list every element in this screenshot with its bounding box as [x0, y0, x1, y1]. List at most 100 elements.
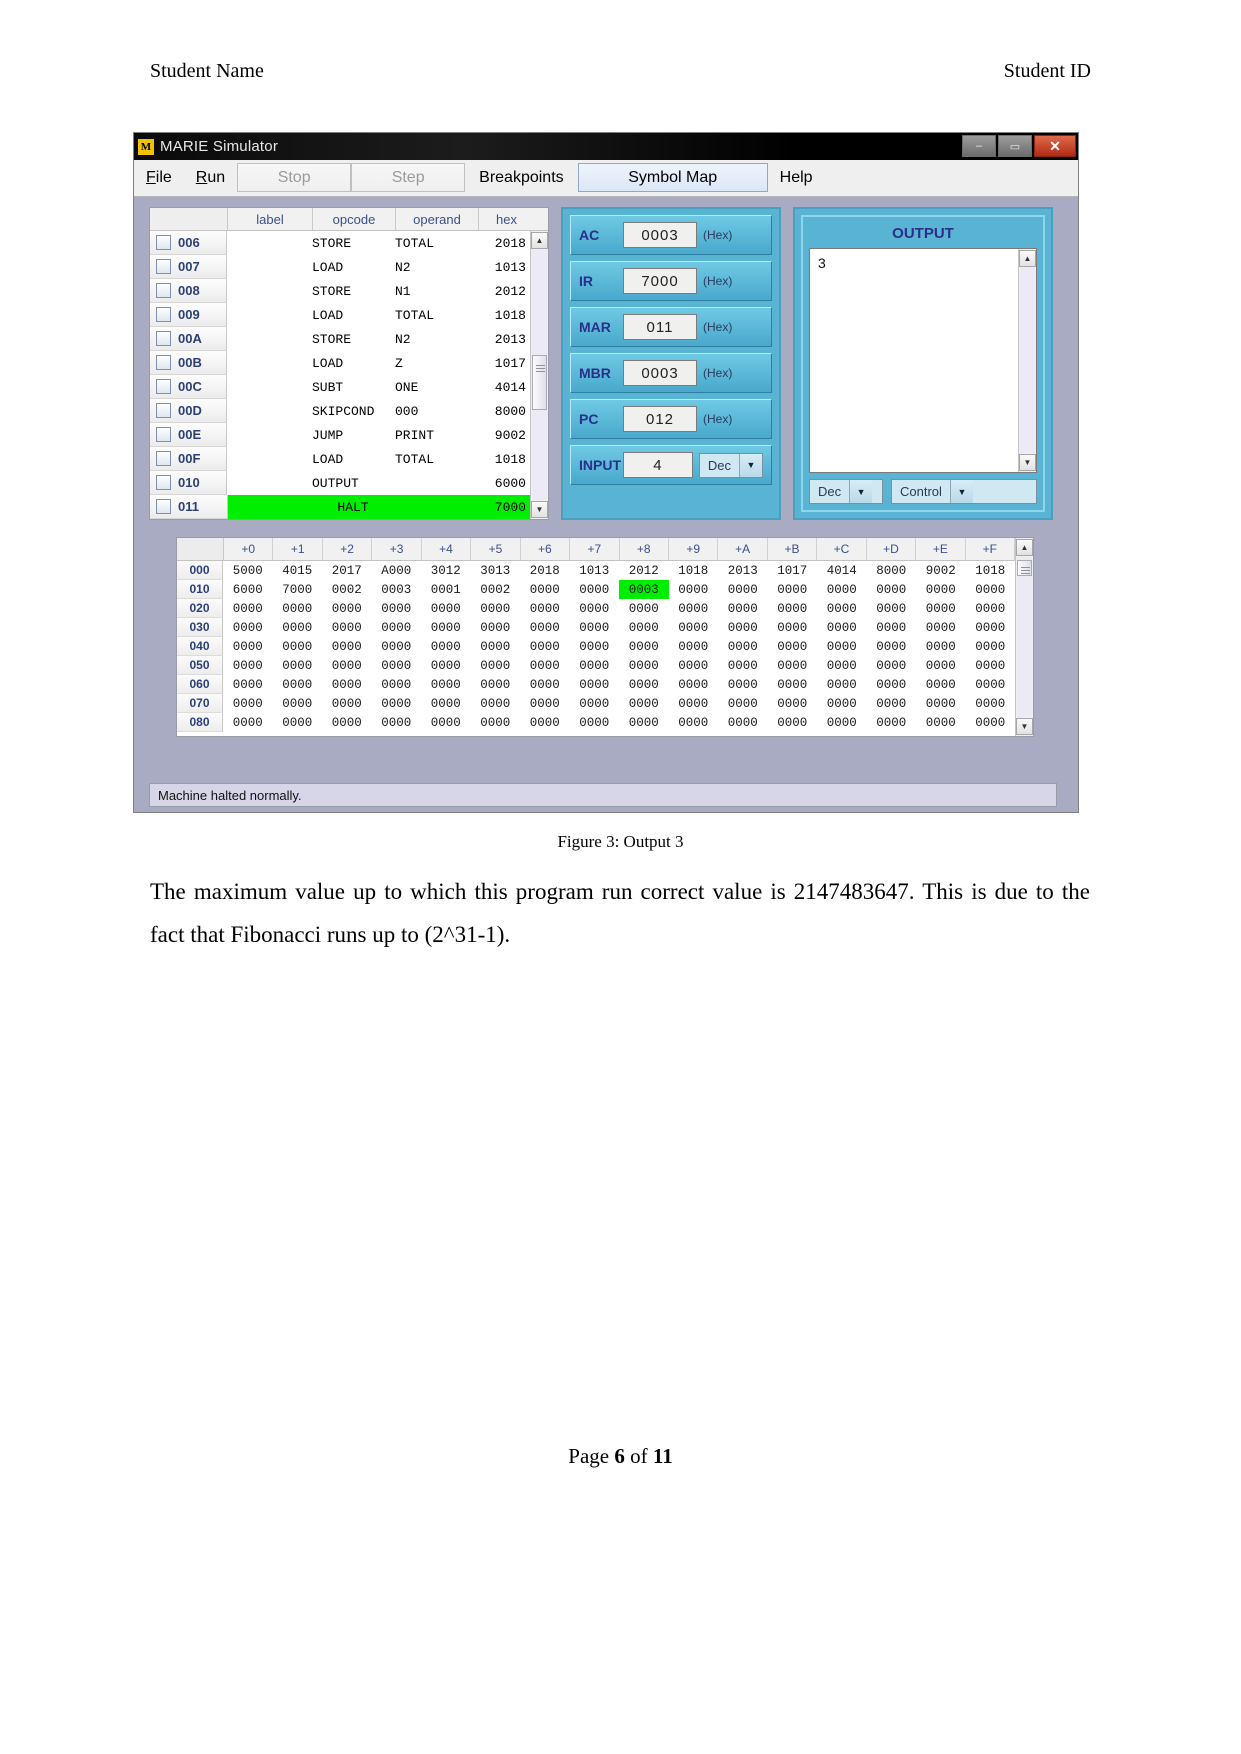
- memory-cell[interactable]: 0000: [322, 599, 372, 618]
- memory-cell[interactable]: 0000: [421, 694, 471, 713]
- register-value[interactable]: 7000: [623, 268, 697, 294]
- output-scroll-down-icon[interactable]: ▼: [1019, 454, 1036, 471]
- minimize-icon[interactable]: –: [962, 135, 996, 157]
- chevron-down-icon[interactable]: ▼: [849, 480, 873, 503]
- memory-cell[interactable]: 0000: [867, 694, 917, 713]
- memory-cell[interactable]: 0000: [273, 599, 323, 618]
- memory-cell[interactable]: 0000: [471, 713, 521, 732]
- code-row-breakpoint[interactable]: 009: [150, 303, 227, 327]
- memory-cell[interactable]: 0000: [619, 618, 669, 637]
- memory-cell[interactable]: 0000: [223, 713, 273, 732]
- menu-run[interactable]: Run: [184, 160, 237, 196]
- memory-cell[interactable]: 0000: [718, 694, 768, 713]
- memory-cell[interactable]: 0000: [916, 580, 966, 599]
- memory-cell[interactable]: 0000: [916, 599, 966, 618]
- memory-cell[interactable]: 0003: [372, 580, 422, 599]
- code-row-breakpoint[interactable]: 00B: [150, 351, 227, 375]
- memory-cell[interactable]: 0000: [619, 599, 669, 618]
- breakpoint-checkbox[interactable]: [156, 283, 171, 298]
- code-row-breakpoint[interactable]: 011: [150, 495, 228, 519]
- breakpoint-checkbox[interactable]: [156, 331, 171, 346]
- maximize-icon[interactable]: ▭: [998, 135, 1032, 157]
- register-value[interactable]: 011: [623, 314, 697, 340]
- memory-cell[interactable]: 0000: [916, 694, 966, 713]
- scroll-up-icon[interactable]: ▲: [531, 232, 548, 249]
- chevron-down-icon[interactable]: ▼: [739, 453, 762, 477]
- code-row[interactable]: 00B LOAD Z 1017: [150, 351, 530, 375]
- memory-scroll-thumb[interactable]: [1017, 560, 1032, 577]
- scroll-down-icon[interactable]: ▼: [531, 501, 548, 518]
- memory-cell[interactable]: 0000: [867, 675, 917, 694]
- memory-cell[interactable]: 0000: [966, 713, 1016, 732]
- code-row[interactable]: 009 LOAD TOTAL 1018: [150, 303, 530, 327]
- memory-cell[interactable]: 0000: [768, 618, 818, 637]
- memory-cell[interactable]: 0000: [471, 656, 521, 675]
- memory-cell[interactable]: 0000: [223, 637, 273, 656]
- memory-cell[interactable]: 0000: [966, 694, 1016, 713]
- memory-cell[interactable]: 0000: [520, 580, 570, 599]
- memory-cell[interactable]: 3013: [471, 561, 521, 580]
- memory-cell[interactable]: 0000: [223, 599, 273, 618]
- output-scrollbar[interactable]: ▲ ▼: [1018, 249, 1036, 472]
- memory-cell[interactable]: 0000: [570, 656, 620, 675]
- memory-cell[interactable]: 0000: [273, 618, 323, 637]
- memory-cell[interactable]: 0000: [372, 675, 422, 694]
- code-row[interactable]: 00D SKIPCOND 000 8000: [150, 399, 530, 423]
- memory-cell[interactable]: 8000: [867, 561, 917, 580]
- memory-cell[interactable]: 0000: [718, 618, 768, 637]
- memory-cell[interactable]: 0000: [867, 656, 917, 675]
- code-row[interactable]: 010 OUTPUT 6000: [150, 471, 530, 495]
- memory-cell[interactable]: 0000: [768, 637, 818, 656]
- memory-cell[interactable]: 0000: [867, 580, 917, 599]
- output-format-dropdown[interactable]: Dec ▼: [809, 479, 883, 504]
- memory-cell[interactable]: 0000: [619, 637, 669, 656]
- code-row[interactable]: 00E JUMP PRINT 9002: [150, 423, 530, 447]
- memory-cell[interactable]: 0000: [322, 713, 372, 732]
- code-row-breakpoint[interactable]: 00F: [150, 447, 227, 471]
- memory-cell[interactable]: 0000: [471, 637, 521, 656]
- menu-file[interactable]: File: [134, 160, 184, 196]
- memory-cell[interactable]: 0000: [520, 637, 570, 656]
- memory-cell[interactable]: 0000: [768, 713, 818, 732]
- memory-cell[interactable]: 0000: [421, 618, 471, 637]
- memory-cell[interactable]: 0000: [718, 675, 768, 694]
- memory-cell[interactable]: 0000: [768, 694, 818, 713]
- memory-cell[interactable]: 0000: [372, 656, 422, 675]
- memory-cell[interactable]: 0000: [421, 637, 471, 656]
- memory-cell[interactable]: 0000: [372, 637, 422, 656]
- register-value[interactable]: 0003: [623, 222, 697, 248]
- memory-cell[interactable]: 0000: [520, 694, 570, 713]
- memory-cell[interactable]: 0000: [273, 637, 323, 656]
- breakpoint-checkbox[interactable]: [156, 475, 171, 490]
- memory-cell[interactable]: 0000: [669, 694, 719, 713]
- code-row[interactable]: 011 HALT 7000: [150, 495, 530, 519]
- memory-cell[interactable]: 0000: [223, 618, 273, 637]
- button-breakpoints[interactable]: Breakpoints: [465, 163, 578, 192]
- memory-cell[interactable]: 0000: [421, 675, 471, 694]
- memory-cell[interactable]: 0000: [718, 713, 768, 732]
- memory-cell[interactable]: 0000: [966, 599, 1016, 618]
- memory-cell[interactable]: 0000: [817, 675, 867, 694]
- memory-cell[interactable]: 0000: [372, 618, 422, 637]
- memory-cell[interactable]: 0000: [817, 580, 867, 599]
- memory-cell[interactable]: 0000: [223, 675, 273, 694]
- memory-cell[interactable]: 0000: [273, 713, 323, 732]
- memory-cell[interactable]: 0000: [718, 656, 768, 675]
- memory-cell[interactable]: 7000: [273, 580, 323, 599]
- code-row-breakpoint[interactable]: 006: [150, 231, 227, 255]
- memory-cell[interactable]: 0000: [570, 599, 620, 618]
- memory-cell[interactable]: 0000: [223, 694, 273, 713]
- memory-cell[interactable]: 0000: [768, 599, 818, 618]
- memory-cell[interactable]: 9002: [916, 561, 966, 580]
- memory-cell[interactable]: 0000: [966, 637, 1016, 656]
- memory-cell[interactable]: 2013: [718, 561, 768, 580]
- breakpoint-checkbox[interactable]: [156, 259, 171, 274]
- memory-cell[interactable]: 0000: [669, 675, 719, 694]
- memory-cell[interactable]: 0000: [421, 656, 471, 675]
- memory-cell[interactable]: 0000: [669, 599, 719, 618]
- memory-cell[interactable]: 0000: [619, 675, 669, 694]
- code-row-breakpoint[interactable]: 00C: [150, 375, 227, 399]
- memory-cell[interactable]: 0000: [322, 694, 372, 713]
- breakpoint-checkbox[interactable]: [156, 379, 171, 394]
- memory-cell[interactable]: 0000: [520, 675, 570, 694]
